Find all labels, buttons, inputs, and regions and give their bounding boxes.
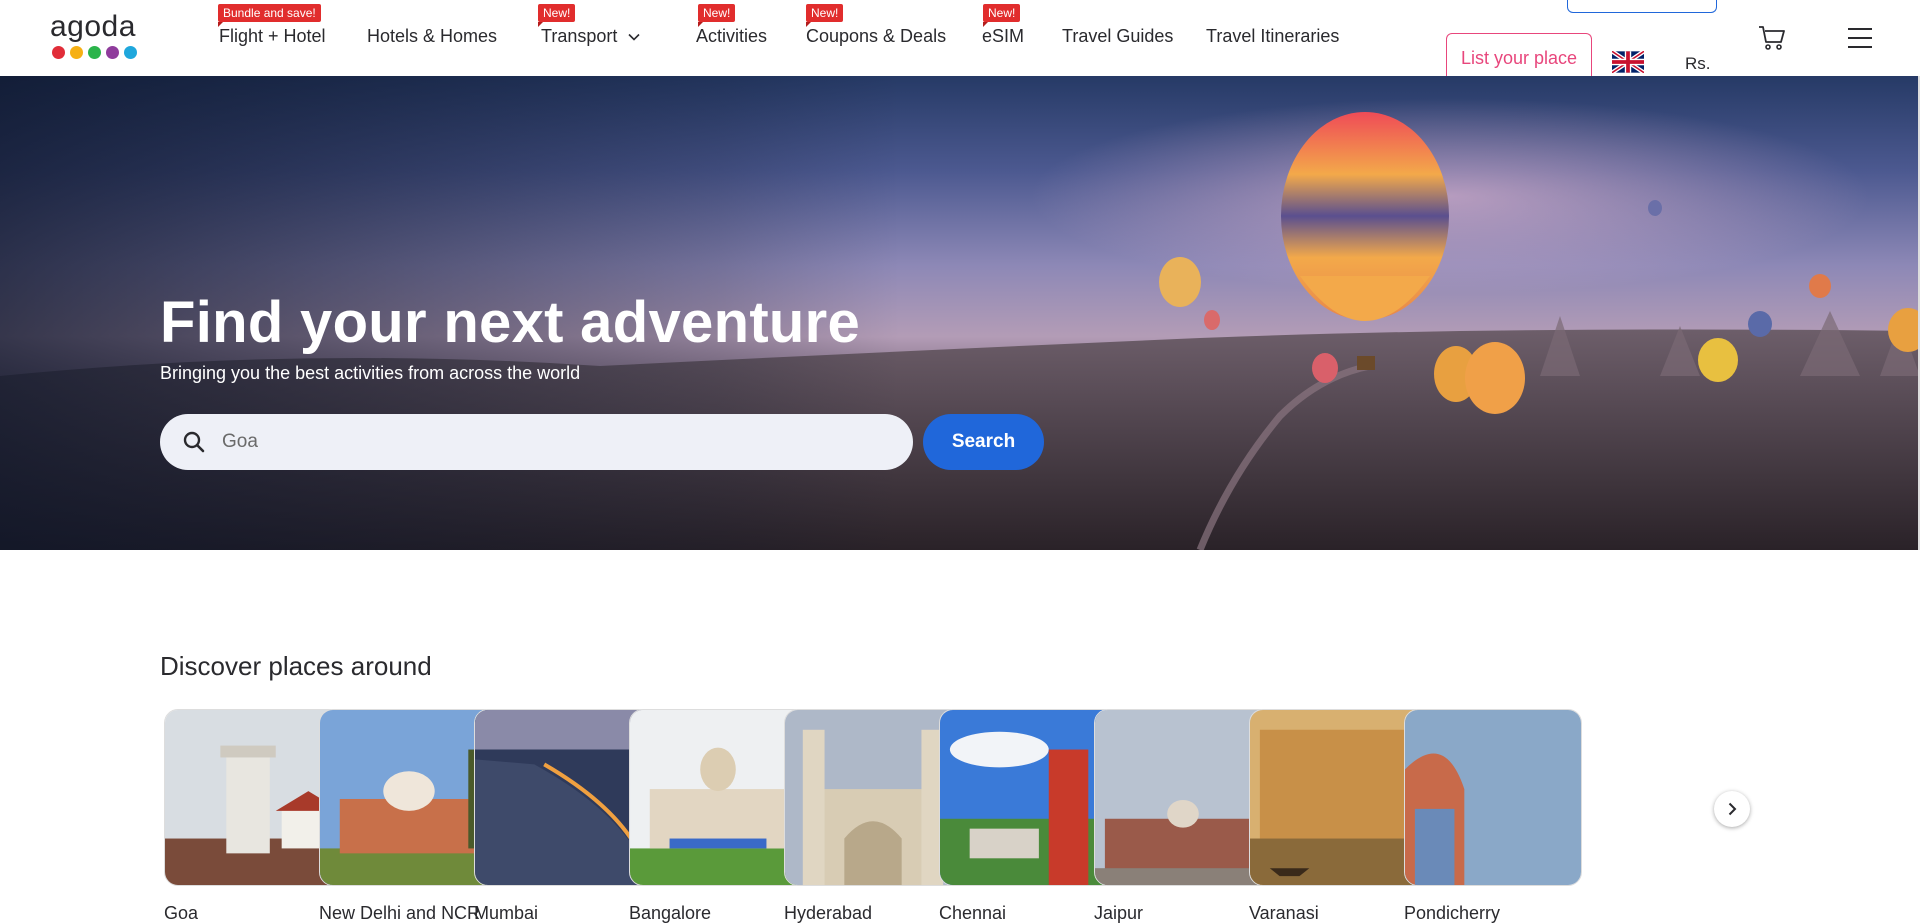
search-button[interactable]: Search (923, 414, 1044, 470)
place-label: Chennai (939, 903, 1007, 923)
activity-search-box[interactable] (160, 414, 913, 470)
place-card-hyderabad[interactable]: Hyderabad (784, 709, 962, 923)
list-your-place-button[interactable]: List your place (1446, 33, 1592, 79)
logo-dot-yellow (70, 46, 83, 59)
search-input[interactable] (222, 431, 882, 453)
place-card-bangalore[interactable]: Bangalore (629, 709, 807, 923)
discover-section-title: Discover places around (160, 651, 432, 681)
nav-travel-guides[interactable]: Travel Guides (1062, 26, 1173, 47)
hero-banner: Find your next adventure Bringing you th… (0, 76, 1920, 550)
place-label: Varanasi (1249, 903, 1319, 923)
place-label: Bangalore (629, 903, 712, 923)
carousel-next-button[interactable] (1714, 791, 1750, 827)
nav-hotels-homes[interactable]: Hotels & Homes (367, 26, 497, 47)
logo-dots (52, 46, 145, 59)
place-card-varanasi[interactable]: Varanasi (1249, 709, 1427, 923)
places-carousel: Goa New Delhi and NCR Mumbai Bangalore H… (164, 709, 1758, 923)
place-card-goa[interactable]: Goa (164, 709, 342, 923)
logo-dot-blue (124, 46, 137, 59)
nav-transport[interactable]: Transport (541, 26, 641, 47)
place-label: Hyderabad (784, 903, 873, 923)
place-image-goa (164, 709, 342, 886)
chevron-right-icon (1728, 802, 1737, 816)
logo-dot-green (88, 46, 101, 59)
place-image-mumbai (474, 709, 653, 886)
nav-activities[interactable]: Activities (696, 26, 767, 47)
chevron-down-icon (628, 33, 640, 41)
place-image-new-delhi (319, 709, 497, 886)
nav-badge-coupons: New! (806, 4, 844, 27)
nav-badge-bundle: Bundle and save! (218, 4, 321, 27)
place-image-pondicherry (1404, 709, 1582, 886)
nav-badge-transport: New! (538, 4, 576, 27)
place-card-chennai[interactable]: Chennai (939, 709, 1117, 923)
place-image-jaipur (1094, 709, 1272, 886)
logo-dot-purple (106, 46, 119, 59)
place-card-new-delhi[interactable]: New Delhi and NCR (319, 709, 497, 923)
search-icon (183, 431, 205, 453)
hero-subtitle: Bringing you the best activities from ac… (160, 363, 581, 383)
place-image-varanasi (1249, 709, 1427, 886)
place-label: New Delhi and NCR (319, 903, 481, 923)
place-card-pondicherry[interactable]: Pondicherry (1404, 709, 1582, 923)
place-image-bangalore (629, 709, 807, 886)
nav-transport-label: Transport (541, 26, 618, 46)
place-label: Jaipur (1094, 903, 1144, 923)
place-image-chennai (939, 709, 1117, 886)
uk-flag-icon[interactable] (1612, 51, 1644, 73)
logo-dot-red (52, 46, 65, 59)
nav-esim[interactable]: eSIM (982, 26, 1024, 47)
hamburger-menu-icon[interactable] (1846, 26, 1874, 50)
currency-selector[interactable]: Rs. (1685, 54, 1711, 74)
nav-flight-hotel[interactable]: Flight + Hotel (219, 26, 326, 47)
cart-icon[interactable] (1757, 24, 1787, 52)
top-header: agoda Bundle and save! Flight + Hotel Ho… (0, 0, 1920, 79)
place-card-mumbai[interactable]: Mumbai (474, 709, 653, 923)
nav-badge-activities: New! (698, 4, 736, 27)
agoda-logo[interactable]: agoda (50, 12, 145, 64)
place-image-hyderabad (784, 709, 962, 886)
hero-title: Find your next adventure (160, 290, 861, 355)
place-label: Mumbai (474, 903, 539, 923)
logo-text: agoda (50, 10, 136, 43)
nav-coupons-deals[interactable]: Coupons & Deals (806, 26, 946, 47)
nav-badge-esim: New! (983, 4, 1021, 27)
place-label: Goa (164, 903, 199, 923)
nav-travel-itineraries[interactable]: Travel Itineraries (1206, 26, 1339, 47)
sign-in-button-partial[interactable] (1567, 0, 1717, 13)
place-card-jaipur[interactable]: Jaipur (1094, 709, 1272, 923)
place-label: Pondicherry (1404, 903, 1501, 923)
